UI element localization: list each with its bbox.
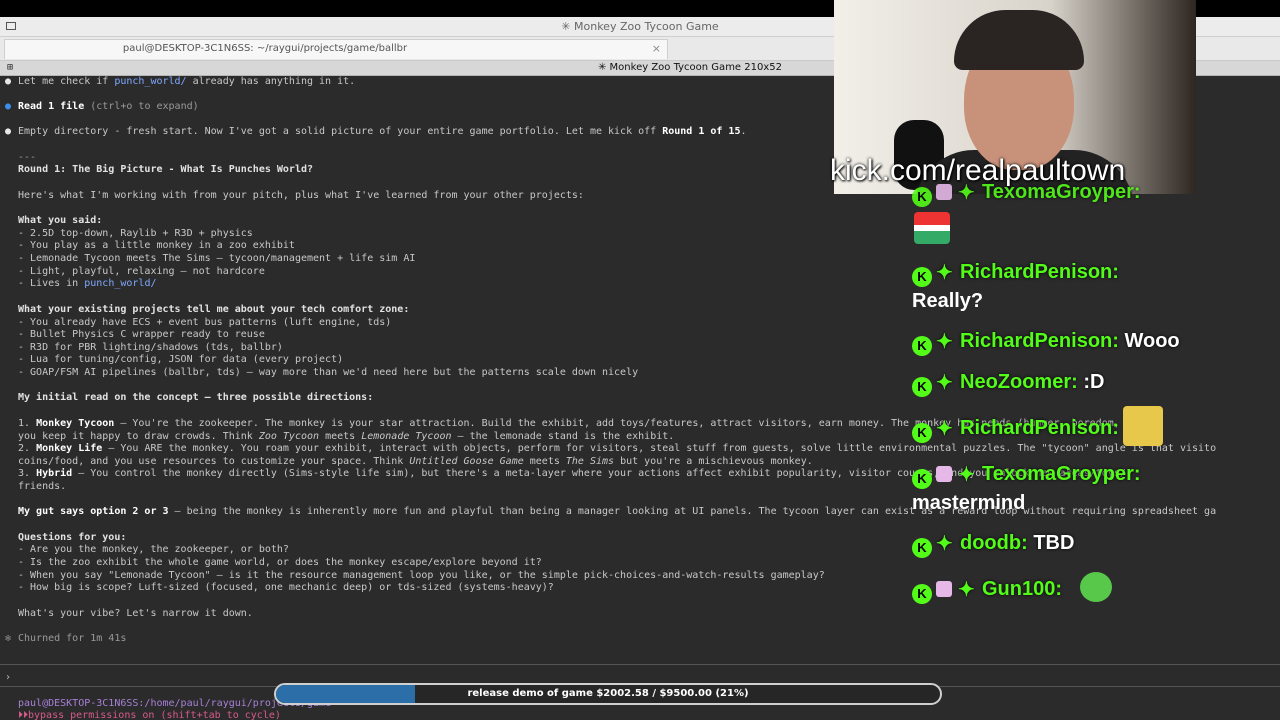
chat-text: :D: [1083, 371, 1105, 393]
input-divider-top: [0, 664, 1280, 665]
chat-username: Gun100:: [982, 578, 1063, 600]
list-item: - 2.5D top-down, Raylib + R3D + physics: [18, 228, 253, 239]
section-header: Questions for you:: [18, 532, 127, 543]
verified-badge-icon: ✦: [958, 579, 975, 601]
list-item: - You already have ECS + event bus patte…: [18, 317, 392, 328]
bullet-icon: ●: [5, 126, 12, 137]
sub-badge-icon: [936, 581, 952, 597]
prompt-caret: ›: [5, 672, 12, 683]
option-line: coins/food, and you use resources to cus…: [18, 456, 813, 467]
terminal-rule: ---: [18, 152, 37, 163]
verified-badge-icon: ✦: [936, 418, 953, 440]
chat-message: K ✦ RichardPenison: Wooo: [912, 329, 1180, 356]
round-title: Round 1: The Big Picture - What Is Punch…: [18, 164, 314, 175]
chat-message: K ✦ doodb: TBD: [912, 531, 1074, 558]
chat-message: K ✦ RichardPenison:: [912, 260, 1119, 287]
verified-badge-icon: ✦: [958, 464, 975, 486]
section-header: What your existing projects tell me abou…: [18, 304, 410, 315]
terminal-line: Here's what I'm working with from your p…: [18, 190, 584, 201]
terminal-tab[interactable]: paul@DESKTOP-3C1N6SS: ~/raygui/projects/…: [4, 39, 668, 59]
stream-chat: K ✦ TexomaGroyper: K ✦ RichardPenison: Reall…: [906, 178, 1280, 608]
big-club-emote-icon: [1123, 406, 1163, 446]
list-item: - You play as a little monkey in a zoo e…: [18, 240, 295, 251]
chat-username: RichardPenison:: [960, 330, 1119, 352]
tool-bullet-icon: ●: [5, 101, 12, 112]
verified-badge-icon: ✦: [936, 533, 953, 555]
status-line: Churned for 1m 41s: [18, 633, 127, 644]
chat-text: Really?: [912, 290, 984, 312]
kick-badge-icon: K: [912, 538, 932, 558]
kick-badge-icon: K: [912, 423, 932, 443]
chat-username: RichardPenison:: [960, 261, 1119, 283]
tab-title: paul@DESKTOP-3C1N6SS: ~/raygui/projects/…: [122, 43, 408, 54]
list-item: - Bullet Physics C wrapper ready to reus…: [18, 329, 265, 340]
section-header: What you said:: [18, 215, 103, 226]
chat-message: K ✦ Gun100:: [912, 577, 1062, 604]
terminal-line: Read 1 file (ctrl+o to expand): [18, 101, 199, 112]
section-header: My initial read on the concept — three p…: [18, 392, 374, 403]
kick-badge-icon: K: [912, 187, 932, 207]
list-item: - R3D for PBR lighting/shadows (tds, bal…: [18, 342, 283, 353]
chat-username: TexomaGroyper:: [982, 463, 1141, 485]
bullet-icon: ●: [5, 76, 12, 87]
option-line: you keep it happy to draw crowds. Think …: [18, 431, 675, 442]
close-tab-icon[interactable]: ×: [652, 42, 661, 55]
permissions-status[interactable]: ⏵⏵bypass permissions on (shift+tab to cy…: [18, 710, 281, 720]
frog-emote-icon: [1080, 572, 1112, 602]
stream-url: kick.com/realpaultown: [830, 154, 1126, 187]
verified-badge-icon: ✦: [936, 372, 953, 394]
kick-badge-icon: K: [912, 377, 932, 397]
list-item: - Lemonade Tycoon meets The Sims — tycoo…: [18, 253, 416, 264]
chat-text: Wooo: [1124, 330, 1180, 352]
option-line: friends.: [18, 481, 67, 492]
chat-message: K ✦ TexomaGroyper:: [912, 462, 1141, 489]
sub-badge-icon: [936, 466, 952, 482]
emote-icon: [914, 212, 950, 244]
chat-username: RichardPenison:: [960, 417, 1119, 439]
spinner-icon: ✻: [5, 633, 12, 644]
verified-badge-icon: ✦: [936, 331, 953, 353]
list-item: - How big is scope? Luft-sized (focused,…: [18, 582, 554, 593]
chat-username: doodb:: [960, 532, 1028, 554]
list-item: - When you say "Lemonade Tycoon" — is it…: [18, 570, 825, 581]
terminal-line: Let me check if punch_world/ already has…: [18, 76, 356, 87]
list-item: - Lives in punch_world/: [18, 278, 157, 289]
list-item: - Are you the monkey, the zookeeper, or …: [18, 544, 289, 555]
list-item: - Is the zoo exhibit the whole game worl…: [18, 557, 542, 568]
list-item: - Lua for tuning/config, JSON for data (…: [18, 354, 344, 365]
chat-text: mastermind: [912, 492, 1026, 514]
list-item: - GOAP/FSM AI pipelines (ballbr, tds) — …: [18, 367, 639, 378]
kick-badge-icon: K: [912, 469, 932, 489]
chat-message: K ✦ NeoZoomer: :D: [912, 370, 1104, 397]
kick-badge-icon: K: [912, 267, 932, 287]
chat-message: K ✦ RichardPenison:: [912, 416, 1119, 443]
terminal-line: Empty directory - fresh start. Now I've …: [18, 126, 747, 137]
list-item: - Light, playful, relaxing — not hardcor…: [18, 266, 265, 277]
terminal-line: What's your vibe? Let's narrow it down.: [18, 608, 253, 619]
chat-text: TBD: [1033, 532, 1075, 554]
verified-badge-icon: ✦: [936, 262, 953, 284]
kick-badge-icon: K: [912, 336, 932, 356]
chat-username: NeoZoomer:: [960, 371, 1078, 393]
progress-label: release demo of game $2002.58 / $9500.00…: [467, 688, 749, 699]
goal-progress-bar: release demo of game $2002.58 / $9500.00…: [274, 683, 942, 705]
kick-badge-icon: K: [912, 584, 932, 604]
